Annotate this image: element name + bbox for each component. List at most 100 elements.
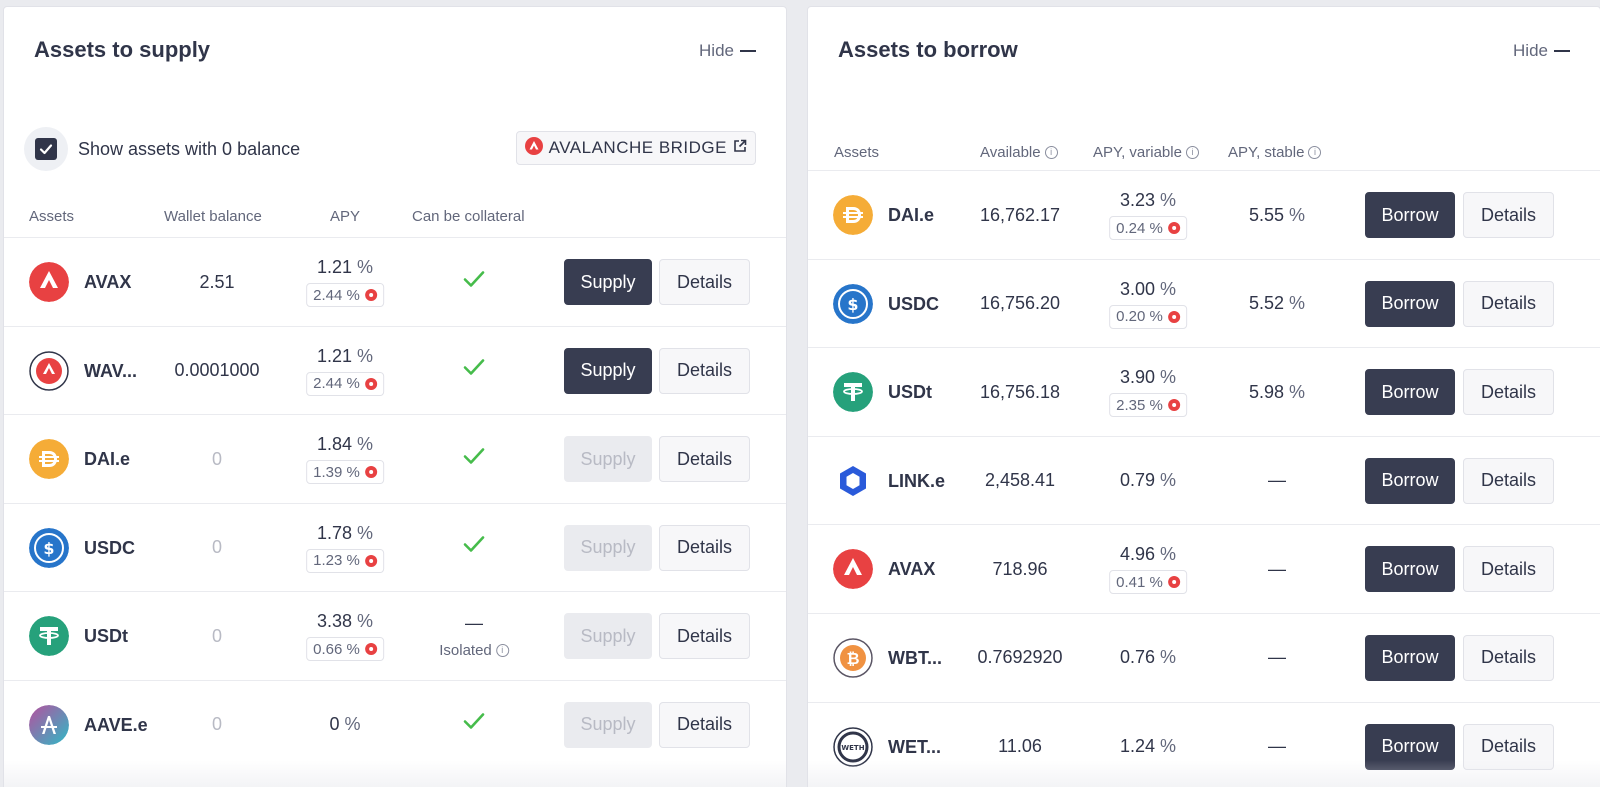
details-button[interactable]: Details (1463, 192, 1554, 238)
info-icon[interactable]: i (1308, 146, 1322, 159)
available-value: 718.96 (992, 558, 1048, 579)
details-button[interactable]: Details (1463, 280, 1554, 327)
supply-apy-value: 3.38 % (317, 611, 373, 632)
usdc-icon: $ (29, 527, 69, 568)
apy-stable-value: 5.52 % (1249, 293, 1305, 314)
reward-apy-badge[interactable]: 0.41 % (1109, 570, 1187, 595)
header-assets[interactable]: Assets (29, 208, 74, 225)
supply-button[interactable]: Supply (564, 347, 652, 394)
apy-stable-value: 5.98 % (1249, 382, 1305, 403)
table-row: AVAX 2.51 1.21 % 2.44 % Supply Details (4, 237, 786, 326)
details-button[interactable]: Details (1463, 457, 1554, 504)
reward-apy-badge[interactable]: 2.35 % (1109, 393, 1187, 418)
table-row: LINK.e 2,458.41 0.79 % — Borrow Details (808, 435, 1600, 525)
details-button[interactable]: Details (1463, 369, 1554, 416)
reward-apy-value: 2.44 % (313, 286, 360, 304)
asset-name[interactable]: WAV... (84, 361, 137, 382)
borrow-button[interactable]: Borrow (1365, 369, 1455, 416)
reward-token-icon (1167, 222, 1180, 234)
asset-name[interactable]: DAI.e (84, 449, 130, 470)
collateral-status (462, 681, 486, 769)
borrow-panel: Assets to borrow Hide Assets Available i… (807, 6, 1600, 787)
reward-apy-badge[interactable]: 2.44 % (306, 283, 384, 307)
asset-name[interactable]: USDC (888, 294, 939, 315)
reward-apy-badge[interactable]: 0.66 % (306, 637, 384, 662)
details-button[interactable]: Details (659, 701, 750, 748)
reward-apy-badge[interactable]: 2.44 % (306, 371, 384, 396)
borrow-button[interactable]: Borrow (1365, 457, 1455, 504)
apy-stable-dash: — (1268, 470, 1286, 491)
dai-icon (29, 439, 69, 480)
reward-apy-badge[interactable]: 0.20 % (1109, 304, 1187, 329)
borrow-apy-stable: 5.52 % (1249, 260, 1305, 348)
show-zero-balance-toggle[interactable]: Show assets with 0 balance (24, 127, 300, 171)
header-apy-stable[interactable]: APY, stable i (1228, 144, 1322, 161)
available-value: 16,756.20 (979, 293, 1061, 314)
details-button[interactable]: Details (1463, 723, 1554, 770)
info-icon[interactable]: i (1044, 146, 1058, 159)
reward-apy-badge[interactable]: 1.23 % (306, 548, 384, 573)
table-row: WETH WET... 11.06 1.24 % — Borrow Details (808, 701, 1600, 787)
apy-variable-value: 3.90 % (1120, 367, 1176, 388)
apy-stable-dash: — (1268, 558, 1286, 579)
info-icon[interactable]: i (495, 644, 509, 658)
supply-hide-toggle[interactable]: Hide (699, 41, 756, 61)
asset-name[interactable]: LINK.e (888, 471, 945, 492)
reward-apy-badge[interactable]: 1.39 % (306, 460, 384, 485)
supply-button[interactable]: Supply (564, 701, 652, 748)
header-can-be-collateral[interactable]: Can be collateral (412, 208, 525, 225)
table-row: WAV... 0.0001000 1.21 % 2.44 % Supply Details (4, 325, 786, 415)
supply-button[interactable]: Supply (564, 613, 652, 660)
reward-apy-badge[interactable]: 0.24 % (1109, 216, 1187, 240)
wallet-balance: 2.51 (199, 238, 234, 326)
details-button[interactable]: Details (659, 613, 750, 660)
borrow-hide-toggle[interactable]: Hide (1513, 41, 1570, 61)
header-wallet-balance[interactable]: Wallet balance (164, 208, 262, 225)
percent-sign: % (1160, 544, 1177, 565)
table-row: DAI.e 16,762.17 3.23 % 0.24 % 5.55 % Borrow De… (808, 170, 1600, 259)
asset-name[interactable]: USDt (888, 382, 932, 403)
details-button[interactable]: Details (659, 524, 750, 571)
avalanche-bridge-link[interactable]: AVALANCHE BRIDGE (515, 131, 756, 165)
header-apy-variable-label: APY, variable (1093, 144, 1182, 161)
asset-name[interactable]: AVAX (888, 559, 935, 580)
details-button[interactable]: Details (1463, 546, 1554, 593)
header-apy-variable[interactable]: APY, variable i (1093, 144, 1199, 161)
borrow-button[interactable]: Borrow (1365, 634, 1455, 681)
wallet-balance-value: 2.51 (199, 271, 235, 292)
header-apy[interactable]: APY (330, 208, 360, 225)
asset-name[interactable]: USDt (84, 626, 128, 647)
reward-token-icon (364, 554, 377, 567)
borrow-button[interactable]: Borrow (1365, 546, 1455, 593)
asset-name[interactable]: WET... (888, 737, 941, 758)
header-apy-stable-label: APY, stable (1228, 144, 1305, 161)
apy-variable-value: 3.00 % (1120, 279, 1176, 300)
supply-apy: 3.38 % 0.66 % (306, 592, 384, 680)
isolated-text: Isolated (439, 642, 492, 660)
supply-button[interactable]: Supply (564, 436, 652, 483)
asset-name[interactable]: DAI.e (888, 205, 934, 226)
minus-icon (740, 50, 756, 52)
supply-button[interactable]: Supply (564, 259, 652, 305)
borrow-button[interactable]: Borrow (1365, 723, 1455, 770)
wallet-balance: 0.0001000 (174, 327, 259, 415)
isolated-label[interactable]: Isolated i (439, 642, 509, 659)
details-button[interactable]: Details (659, 347, 750, 394)
details-button[interactable]: Details (659, 436, 750, 483)
header-available[interactable]: Available i (980, 144, 1058, 161)
borrow-button[interactable]: Borrow (1365, 192, 1455, 238)
asset-name[interactable]: USDC (84, 538, 135, 559)
details-button[interactable]: Details (659, 259, 750, 305)
borrow-table-body: DAI.e 16,762.17 3.23 % 0.24 % 5.55 % Borrow De… (808, 170, 1600, 787)
header-assets[interactable]: Assets (834, 144, 879, 161)
asset-name[interactable]: AVAX (84, 272, 131, 293)
info-icon[interactable]: i (1185, 146, 1199, 159)
borrow-button[interactable]: Borrow (1365, 280, 1455, 327)
asset-name[interactable]: AAVE.e (84, 715, 148, 736)
asset-name[interactable]: WBT... (888, 648, 942, 669)
available-amount: 718.96 (992, 525, 1047, 613)
supply-button[interactable]: Supply (564, 524, 652, 571)
checkbox-checked-icon[interactable] (35, 138, 57, 160)
details-button[interactable]: Details (1463, 634, 1554, 681)
borrow-apy-stable: — (1268, 437, 1286, 525)
